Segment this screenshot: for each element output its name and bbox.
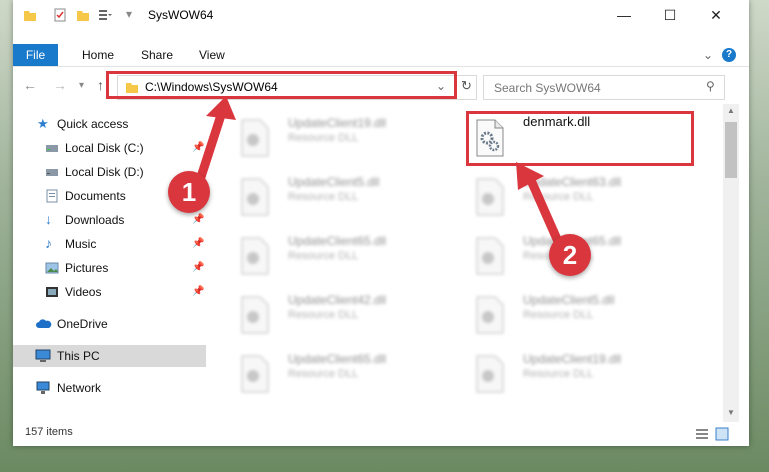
title-bar: ▾ SysWOW64 — ☐ ✕ xyxy=(13,0,749,30)
status-bar: 157 items xyxy=(13,422,749,446)
properties-icon[interactable] xyxy=(53,8,67,22)
pictures-icon xyxy=(45,262,59,274)
quick-access-dropdown-icon[interactable]: ▾ xyxy=(126,7,132,21)
dll-file-icon xyxy=(476,355,504,393)
details-view-icon[interactable] xyxy=(695,427,709,441)
pin-icon[interactable]: 📌 xyxy=(192,214,204,225)
tab-view[interactable]: View xyxy=(199,44,225,66)
tab-home[interactable]: Home xyxy=(82,44,114,66)
list-item[interactable]: UpdateClient19.dll Resource DLL xyxy=(463,346,693,398)
sidebar-item-pictures[interactable]: Pictures 📌 xyxy=(13,257,206,279)
window-title: SysWOW64 xyxy=(148,8,214,22)
ribbon xyxy=(13,40,749,67)
dll-file-icon xyxy=(476,178,504,216)
vertical-scrollbar[interactable]: ▲ ▼ xyxy=(723,104,739,422)
pin-icon[interactable]: 📌 xyxy=(192,142,204,153)
ribbon-expand-icon[interactable]: ⌄ xyxy=(703,44,713,66)
up-arrow-icon[interactable]: ↑ xyxy=(97,77,104,93)
dll-file-icon xyxy=(476,296,504,334)
list-item[interactable]: UpdateClient5.dll Resource DLL xyxy=(228,169,458,221)
scroll-down-icon[interactable]: ▼ xyxy=(727,408,735,417)
sidebar-item-videos[interactable]: Videos 📌 xyxy=(13,281,206,303)
sidebar-item-downloads[interactable]: ↓ Downloads 📌 xyxy=(13,209,206,231)
tab-file[interactable]: File xyxy=(13,44,58,66)
step-1-badge: 1 xyxy=(168,171,210,213)
dll-file-icon xyxy=(241,296,269,334)
file-list: UpdateClient19.dll Resource DLL UpdateCl… xyxy=(218,104,723,419)
dll-file-icon xyxy=(241,237,269,275)
step-2-badge: 2 xyxy=(549,234,591,276)
folder-icon[interactable] xyxy=(23,8,37,22)
help-icon[interactable]: ? xyxy=(722,48,736,62)
list-item[interactable]: UpdateClient63.dll Resource DLL xyxy=(463,169,693,221)
list-item[interactable]: UpdateClient5.dll Resource DLL xyxy=(463,287,693,339)
back-arrow-icon[interactable]: ← xyxy=(23,77,37,93)
sidebar-item-onedrive[interactable]: OneDrive xyxy=(13,313,206,335)
search-input[interactable]: Search SysWOW64 ⚲ xyxy=(483,75,725,100)
address-row: ← → ▾ ↑ C:\Windows\SysWOW64 ⌄ ↻ Search S… xyxy=(13,71,749,101)
maximize-button[interactable]: ☐ xyxy=(647,0,693,30)
list-item[interactable]: UpdateClient65.dll Resource DLL xyxy=(228,346,458,398)
drive-icon xyxy=(46,169,58,176)
navigation-pane: ★ Quick access Local Disk (C:) 📌 Local D… xyxy=(13,108,206,408)
explorer-window: ▾ SysWOW64 — ☐ ✕ File Home Share View ⌄ … xyxy=(13,0,749,446)
refresh-icon[interactable]: ↻ xyxy=(456,78,472,94)
computer-icon xyxy=(35,349,51,362)
sidebar-item-music[interactable]: ♪ Music 📌 xyxy=(13,233,206,255)
videos-icon xyxy=(46,287,58,297)
large-icons-view-icon[interactable] xyxy=(715,427,729,441)
dll-file-icon xyxy=(476,237,504,275)
cloud-icon xyxy=(36,319,52,328)
minimize-button[interactable]: — xyxy=(601,0,647,30)
list-item[interactable]: UpdateClient65.dll Resource DLL xyxy=(228,228,458,280)
scroll-thumb[interactable] xyxy=(725,122,737,178)
item-count: 157 items xyxy=(25,426,73,438)
close-button[interactable]: ✕ xyxy=(693,0,739,30)
downloads-icon: ↓ xyxy=(45,211,52,227)
address-path: C:\Windows\SysWOW64 xyxy=(145,80,278,94)
forward-arrow-icon[interactable]: → xyxy=(53,77,67,93)
dll-gear-file-icon xyxy=(476,119,504,157)
address-bar[interactable]: C:\Windows\SysWOW64 ⌄ ↻ xyxy=(117,75,477,100)
star-icon: ★ xyxy=(37,116,49,131)
recent-locations-icon[interactable]: ▾ xyxy=(79,80,84,91)
sidebar-item-quick-access[interactable]: ★ Quick access xyxy=(13,113,206,135)
search-placeholder: Search SysWOW64 xyxy=(494,81,601,95)
sidebar-item-this-pc[interactable]: This PC xyxy=(13,345,206,367)
sidebar-item-network[interactable]: Network xyxy=(13,377,206,399)
sidebar-item-local-disk-c[interactable]: Local Disk (C:) 📌 xyxy=(13,137,206,159)
list-item[interactable]: UpdateClient19.dll Resource DLL xyxy=(228,110,458,162)
new-folder-icon[interactable] xyxy=(76,8,90,22)
scroll-up-icon[interactable]: ▲ xyxy=(727,106,735,115)
search-icon: ⚲ xyxy=(706,79,715,93)
dll-file-icon xyxy=(241,119,269,157)
network-icon xyxy=(36,381,50,394)
folder-icon xyxy=(126,83,138,93)
tab-share[interactable]: Share xyxy=(141,44,173,66)
pin-icon[interactable]: 📌 xyxy=(192,286,204,297)
list-item[interactable]: UpdateClient42.dll Resource DLL xyxy=(228,287,458,339)
music-icon: ♪ xyxy=(45,235,52,251)
file-item-denmark-dll[interactable]: denmark.dll xyxy=(463,110,693,162)
address-dropdown-icon[interactable]: ⌄ xyxy=(436,79,446,93)
dll-file-icon xyxy=(241,355,269,393)
drive-icon xyxy=(46,145,58,152)
pin-icon[interactable]: 📌 xyxy=(192,238,204,249)
customize-quick-access-icon[interactable] xyxy=(98,8,112,22)
dll-file-icon xyxy=(241,178,269,216)
documents-icon xyxy=(46,189,58,203)
pin-icon[interactable]: 📌 xyxy=(192,262,204,273)
